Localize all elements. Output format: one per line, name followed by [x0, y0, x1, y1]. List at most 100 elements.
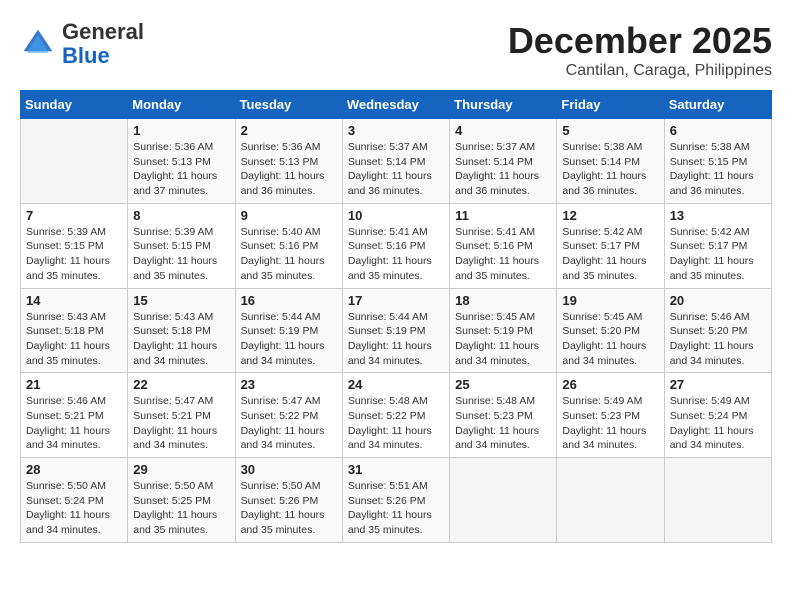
calendar-day-cell: 12Sunrise: 5:42 AMSunset: 5:17 PMDayligh…	[557, 203, 664, 288]
day-number: 5	[562, 123, 658, 138]
cell-info: Sunrise: 5:45 AMSunset: 5:19 PMDaylight:…	[455, 310, 551, 369]
calendar-day-cell: 5 Sunrise: 5:38 AMSunset: 5:14 PMDaylight…	[557, 119, 664, 204]
day-number: 25	[455, 377, 551, 392]
day-number: 10	[348, 208, 444, 223]
cell-info: Sunrise: 5:49 AMSunset: 5:24 PMDaylight:…	[670, 394, 766, 453]
day-number: 21	[26, 377, 122, 392]
calendar-day-cell: 31 Sunrise: 5:51 AMSunset: 5:26 PMDayligh…	[342, 458, 449, 543]
cell-info: Sunrise: 5:51 AMSunset: 5:26 PMDaylight:…	[348, 479, 444, 538]
day-number: 27	[670, 377, 766, 392]
cell-info: Sunrise: 5:38 AMSunset: 5:14 PMDaylight:…	[562, 140, 658, 199]
day-number: 11	[455, 208, 551, 223]
day-of-week-header: Thursday	[450, 91, 557, 119]
calendar-day-cell: 29Sunrise: 5:50 AMSunset: 5:25 PMDayligh…	[128, 458, 235, 543]
cell-info: Sunrise: 5:43 AMSunset: 5:18 PMDaylight:…	[26, 310, 122, 369]
logo-general: General	[62, 19, 144, 44]
cell-info: Sunrise: 5:39 AMSunset: 5:15 PMDaylight:…	[133, 225, 229, 284]
cell-info: Sunrise: 5:42 AMSunset: 5:17 PMDaylight:…	[670, 225, 766, 284]
day-number: 22	[133, 377, 229, 392]
cell-info: Sunrise: 5:46 AMSunset: 5:21 PMDaylight:…	[26, 394, 122, 453]
day-of-week-header: Friday	[557, 91, 664, 119]
logo-blue: Blue	[62, 43, 110, 68]
day-number: 7	[26, 208, 122, 223]
cell-info: Sunrise: 5:46 AMSunset: 5:20 PMDaylight:…	[670, 310, 766, 369]
day-number: 19	[562, 293, 658, 308]
day-number: 14	[26, 293, 122, 308]
page-header: General Blue December 2025 Cantilan, Car…	[20, 20, 772, 80]
cell-info: Sunrise: 5:47 AMSunset: 5:22 PMDaylight:…	[241, 394, 337, 453]
calendar-week-row: 14 Sunrise: 5:43 AMSunset: 5:18 PMDayligh…	[21, 288, 772, 373]
day-number: 4	[455, 123, 551, 138]
day-number: 12	[562, 208, 658, 223]
day-number: 2	[241, 123, 337, 138]
cell-info: Sunrise: 5:45 AMSunset: 5:20 PMDaylight:…	[562, 310, 658, 369]
day-number: 3	[348, 123, 444, 138]
calendar-week-row: 21 Sunrise: 5:46 AMSunset: 5:21 PMDayligh…	[21, 373, 772, 458]
day-number: 29	[133, 462, 229, 477]
calendar-day-cell: 16 Sunrise: 5:44 AMSunset: 5:19 PMDayligh…	[235, 288, 342, 373]
day-of-week-header: Saturday	[664, 91, 771, 119]
calendar-day-cell: 22 Sunrise: 5:47 AMSunset: 5:21 PMDayligh…	[128, 373, 235, 458]
day-number: 20	[670, 293, 766, 308]
calendar-header-row: SundayMondayTuesdayWednesdayThursdayFrid…	[21, 91, 772, 119]
cell-info: Sunrise: 5:43 AMSunset: 5:18 PMDaylight:…	[133, 310, 229, 369]
day-number: 8	[133, 208, 229, 223]
calendar-day-cell: 7Sunrise: 5:39 AMSunset: 5:15 PMDaylight…	[21, 203, 128, 288]
day-number: 24	[348, 377, 444, 392]
day-of-week-header: Tuesday	[235, 91, 342, 119]
day-of-week-header: Wednesday	[342, 91, 449, 119]
calendar-day-cell: 6 Sunrise: 5:38 AMSunset: 5:15 PMDaylight…	[664, 119, 771, 204]
cell-info: Sunrise: 5:41 AMSunset: 5:16 PMDaylight:…	[455, 225, 551, 284]
calendar-day-cell: 24Sunrise: 5:48 AMSunset: 5:22 PMDayligh…	[342, 373, 449, 458]
cell-info: Sunrise: 5:41 AMSunset: 5:16 PMDaylight:…	[348, 225, 444, 284]
day-of-week-header: Sunday	[21, 91, 128, 119]
cell-info: Sunrise: 5:49 AMSunset: 5:23 PMDaylight:…	[562, 394, 658, 453]
cell-info: Sunrise: 5:36 AMSunset: 5:13 PMDaylight:…	[241, 140, 337, 199]
title-block: December 2025 Cantilan, Caraga, Philippi…	[508, 20, 772, 80]
calendar-day-cell: 21 Sunrise: 5:46 AMSunset: 5:21 PMDayligh…	[21, 373, 128, 458]
cell-info: Sunrise: 5:38 AMSunset: 5:15 PMDaylight:…	[670, 140, 766, 199]
cell-info: Sunrise: 5:44 AMSunset: 5:19 PMDaylight:…	[348, 310, 444, 369]
cell-info: Sunrise: 5:48 AMSunset: 5:23 PMDaylight:…	[455, 394, 551, 453]
cell-info: Sunrise: 5:47 AMSunset: 5:21 PMDaylight:…	[133, 394, 229, 453]
calendar-week-row: 28 Sunrise: 5:50 AMSunset: 5:24 PMDayligh…	[21, 458, 772, 543]
calendar-day-cell: 13Sunrise: 5:42 AMSunset: 5:17 PMDayligh…	[664, 203, 771, 288]
calendar-day-cell: 28 Sunrise: 5:50 AMSunset: 5:24 PMDayligh…	[21, 458, 128, 543]
day-number: 15	[133, 293, 229, 308]
calendar-day-cell: 3Sunrise: 5:37 AMSunset: 5:14 PMDaylight…	[342, 119, 449, 204]
cell-info: Sunrise: 5:44 AMSunset: 5:19 PMDaylight:…	[241, 310, 337, 369]
cell-info: Sunrise: 5:40 AMSunset: 5:16 PMDaylight:…	[241, 225, 337, 284]
cell-info: Sunrise: 5:50 AMSunset: 5:26 PMDaylight:…	[241, 479, 337, 538]
day-number: 30	[241, 462, 337, 477]
day-number: 23	[241, 377, 337, 392]
logo-text: General Blue	[62, 20, 144, 68]
day-number: 31	[348, 462, 444, 477]
calendar-day-cell	[557, 458, 664, 543]
calendar-day-cell: 30 Sunrise: 5:50 AMSunset: 5:26 PMDayligh…	[235, 458, 342, 543]
calendar-day-cell: 1Sunrise: 5:36 AMSunset: 5:13 PMDaylight…	[128, 119, 235, 204]
calendar-day-cell: 27 Sunrise: 5:49 AMSunset: 5:24 PMDayligh…	[664, 373, 771, 458]
logo-icon	[20, 26, 56, 62]
calendar-day-cell: 26Sunrise: 5:49 AMSunset: 5:23 PMDayligh…	[557, 373, 664, 458]
calendar-day-cell	[664, 458, 771, 543]
calendar-day-cell: 14 Sunrise: 5:43 AMSunset: 5:18 PMDayligh…	[21, 288, 128, 373]
calendar-day-cell: 15 Sunrise: 5:43 AMSunset: 5:18 PMDayligh…	[128, 288, 235, 373]
day-number: 16	[241, 293, 337, 308]
calendar-day-cell: 2 Sunrise: 5:36 AMSunset: 5:13 PMDaylight…	[235, 119, 342, 204]
calendar-day-cell: 8 Sunrise: 5:39 AMSunset: 5:15 PMDaylight…	[128, 203, 235, 288]
calendar-day-cell: 25 Sunrise: 5:48 AMSunset: 5:23 PMDayligh…	[450, 373, 557, 458]
calendar-day-cell: 11 Sunrise: 5:41 AMSunset: 5:16 PMDayligh…	[450, 203, 557, 288]
month-year-title: December 2025	[508, 20, 772, 62]
day-number: 28	[26, 462, 122, 477]
cell-info: Sunrise: 5:50 AMSunset: 5:24 PMDaylight:…	[26, 479, 122, 538]
calendar-day-cell: 4Sunrise: 5:37 AMSunset: 5:14 PMDaylight…	[450, 119, 557, 204]
calendar-table: SundayMondayTuesdayWednesdayThursdayFrid…	[20, 90, 772, 543]
day-of-week-header: Monday	[128, 91, 235, 119]
day-number: 6	[670, 123, 766, 138]
day-number: 17	[348, 293, 444, 308]
calendar-day-cell: 23 Sunrise: 5:47 AMSunset: 5:22 PMDayligh…	[235, 373, 342, 458]
calendar-day-cell: 19 Sunrise: 5:45 AMSunset: 5:20 PMDayligh…	[557, 288, 664, 373]
calendar-day-cell: 17 Sunrise: 5:44 AMSunset: 5:19 PMDayligh…	[342, 288, 449, 373]
calendar-week-row: 7 Sunrise: 5:39 AMSunset: 5:15 PMDaylight…	[21, 203, 772, 288]
calendar-week-row: 1Sunrise: 5:36 AMSunset: 5:13 PMDaylight…	[21, 119, 772, 204]
